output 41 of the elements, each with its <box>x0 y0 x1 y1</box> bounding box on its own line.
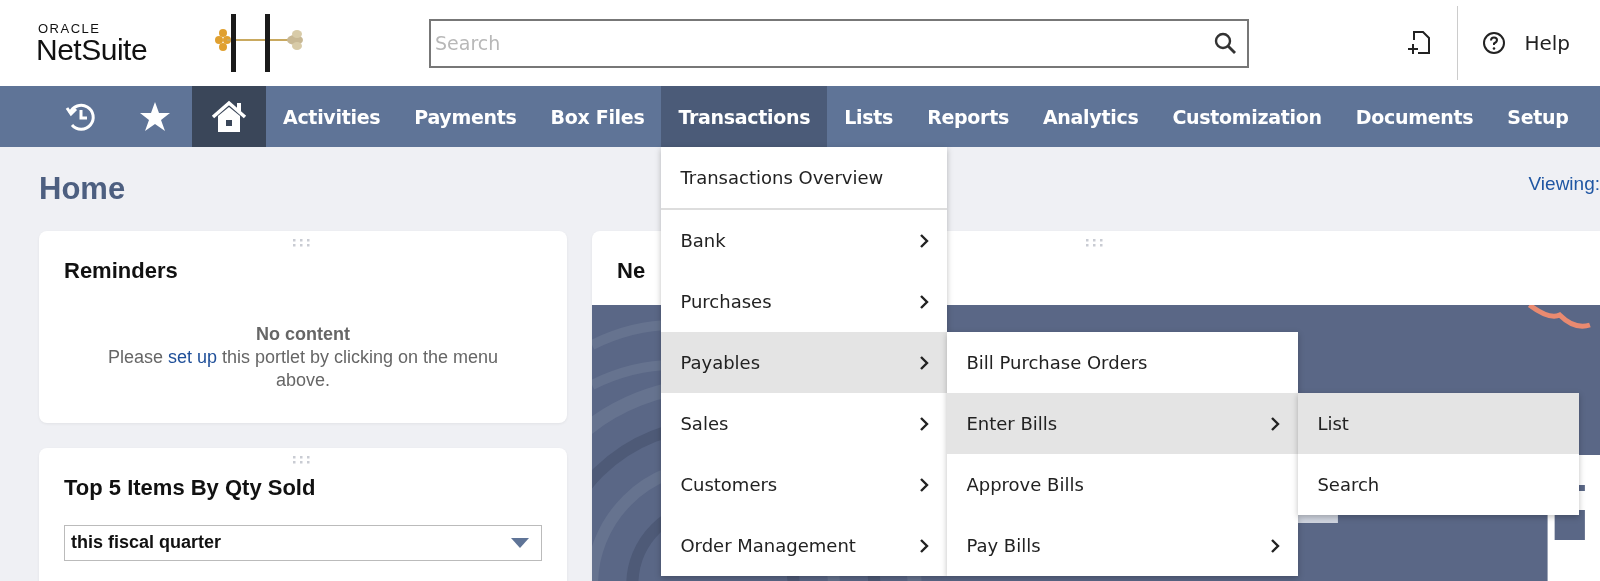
menu-item[interactable]: Purchases <box>661 271 948 332</box>
help-icon <box>1482 31 1507 55</box>
portlet-title: Ne <box>617 258 646 284</box>
menu-item[interactable]: List <box>1298 393 1580 454</box>
nav-tab[interactable]: Transactions <box>661 86 828 147</box>
nav-tab[interactable]: Setup <box>1490 86 1586 147</box>
page-title: Home <box>39 171 126 207</box>
portlet-title: Reminders <box>64 258 178 284</box>
nav-tab[interactable]: Lists <box>827 86 911 147</box>
menu-item[interactable]: Bill Purchase Orders <box>947 332 1299 393</box>
nav-tab[interactable]: Payments <box>397 86 534 147</box>
empty-message: Please set up this portlet by clicking on the menu above. <box>106 346 500 393</box>
search-field[interactable]: Search <box>429 18 1249 68</box>
nav-tab[interactable]: Documents <box>1338 86 1491 147</box>
viewing-link[interactable]: Viewing: <box>1528 173 1600 195</box>
menu-item[interactable]: Sales <box>661 393 948 454</box>
home-button[interactable] <box>192 86 266 147</box>
menu-item[interactable]: Order Management <box>661 515 948 576</box>
menu-item[interactable]: Pay Bills <box>947 515 1299 576</box>
empty-title: No content <box>255 324 351 345</box>
menu-item[interactable]: Customers <box>661 454 948 515</box>
nav-tab[interactable]: Reports <box>910 86 1026 147</box>
nav-tab[interactable]: Box Files <box>533 86 662 147</box>
menu-item[interactable]: Approve Bills <box>947 454 1299 515</box>
caret-icon <box>511 537 529 548</box>
menu-item[interactable]: Payables <box>661 332 948 393</box>
period-dropdown[interactable]: this fiscal quarter <box>64 524 542 561</box>
nav-tab[interactable]: Customization <box>1155 86 1339 147</box>
menu-item[interactable]: Transactions Overview <box>661 147 948 210</box>
help-button[interactable]: Help <box>1482 31 1600 55</box>
portlet-title: Top 5 Items By Qty Sold <box>64 474 316 501</box>
set-up-link[interactable]: set up <box>167 347 217 367</box>
menu-item[interactable]: Bank <box>661 210 948 271</box>
menu-item[interactable]: Enter Bills <box>947 393 1299 454</box>
logo-product-text: NetSuite <box>36 34 149 65</box>
home-icon <box>210 99 248 134</box>
search-icon[interactable] <box>1213 30 1237 55</box>
logo-brand-text: ORACLE <box>38 21 102 35</box>
new-document-icon[interactable] <box>1406 30 1433 56</box>
nav-tab[interactable]: Analytics <box>1025 86 1156 147</box>
nav-tab[interactable]: Activities <box>266 86 398 147</box>
